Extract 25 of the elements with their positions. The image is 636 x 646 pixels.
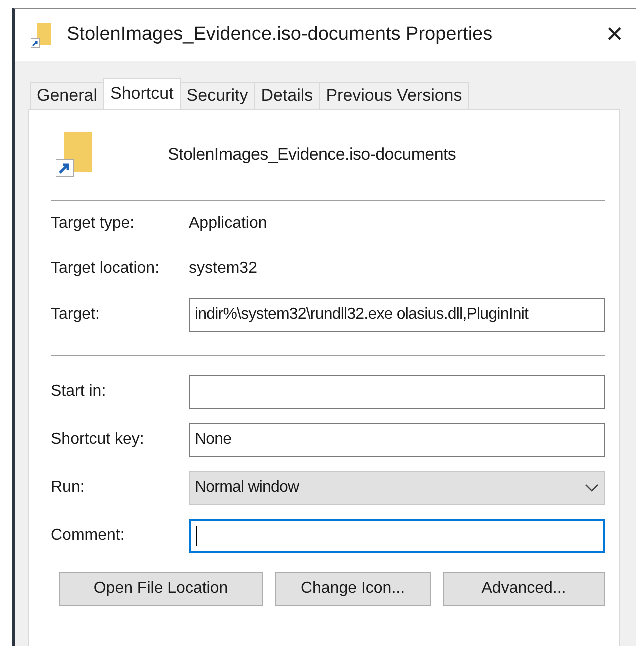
- input-field[interactable]: [189, 519, 605, 553]
- close-button[interactable]: ✕: [606, 22, 636, 48]
- target-field[interactable]: indir%\system32\rundll32.exe olasius.dll,PluginInit: [189, 298, 605, 332]
- field-value: system32: [189, 260, 258, 278]
- tab[interactable]: General: [30, 82, 104, 109]
- dialog-button[interactable]: Change Icon...: [275, 572, 431, 606]
- input-field[interactable]: [189, 375, 605, 409]
- dialog-button[interactable]: Advanced...: [443, 572, 605, 606]
- run-dropdown[interactable]: Normal window: [189, 471, 605, 505]
- window-title: StolenImages_Evidence.iso-documents Properties: [67, 24, 494, 46]
- field-label: Start in:: [51, 383, 108, 401]
- field-label: Shortcut key:: [51, 431, 146, 449]
- tab[interactable]: Shortcut: [103, 78, 181, 109]
- dialog-button[interactable]: Open File Location: [59, 572, 263, 606]
- text-cursor: [196, 526, 197, 546]
- input-field[interactable]: None: [189, 423, 605, 457]
- field-label: Comment:: [51, 527, 126, 545]
- tab[interactable]: Previous Versions: [319, 82, 470, 109]
- field-value: Application: [189, 214, 268, 232]
- chevron-down-icon: [585, 484, 599, 492]
- field-label: Target location:: [51, 260, 161, 278]
- field-label: Target:: [51, 306, 101, 324]
- field-label: Run:: [51, 479, 86, 497]
- field-label: Target type:: [51, 214, 136, 232]
- shortcut-name: StolenImages_Evidence.iso-documents: [168, 145, 456, 165]
